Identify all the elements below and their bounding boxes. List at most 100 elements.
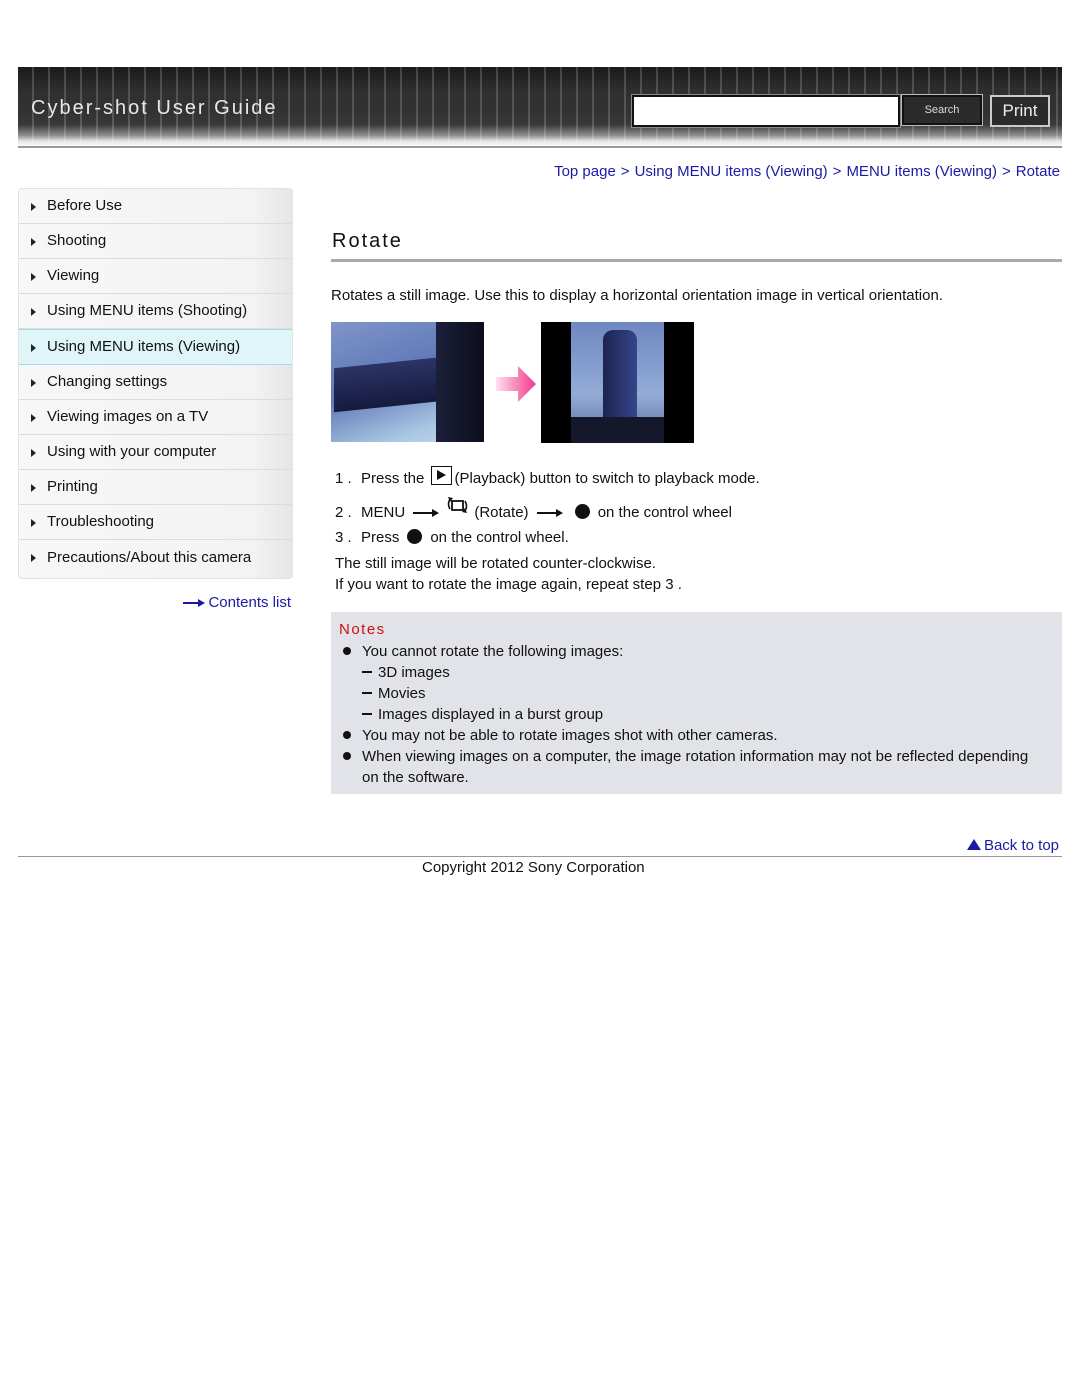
sub-note-text: 3D images [378, 664, 450, 681]
step-number: 1 . [335, 470, 352, 487]
step-3-detail: The still image will be rotated counter-… [335, 555, 656, 572]
notes-list: You cannot rotate the following images: … [341, 641, 1041, 788]
bullet-icon [343, 647, 351, 655]
sidebar-item-label: Before Use [47, 197, 123, 214]
breadcrumb-separator: > [1002, 163, 1011, 180]
contents-list-link[interactable]: Contents list [183, 594, 291, 611]
breadcrumb-using-menu-viewing[interactable]: Using MENU items (Viewing) [635, 163, 828, 180]
step-3-detail: If you want to rotate the image again, r… [335, 576, 682, 593]
step-text: on the control wheel [597, 504, 732, 521]
breadcrumb: Top page > Using MENU items (Viewing) > MENU… [554, 163, 1060, 180]
back-to-top-link[interactable]: Back to top [966, 837, 1059, 854]
sidebar-item-before-use[interactable]: Before Use [19, 189, 292, 224]
step-rotate-label: (Rotate) [474, 504, 529, 521]
photo-tower-shape [603, 330, 637, 430]
arrow-right-icon [536, 509, 563, 518]
sub-note-item: 3D images [362, 662, 1041, 683]
breadcrumb-top-page[interactable]: Top page [554, 163, 616, 180]
playback-icon [430, 466, 452, 485]
triangle-right-icon [31, 379, 36, 387]
note-item: You cannot rotate the following images: … [341, 641, 1041, 725]
note-text: You may not be able to rotate images sho… [362, 727, 778, 744]
step-text: (Playback) button to switch to playback … [454, 470, 760, 487]
header-divider [18, 146, 1062, 148]
rotate-icon [448, 497, 468, 513]
sidebar-item-label: Using MENU items (Shooting) [47, 302, 248, 319]
note-item: You may not be able to rotate images sho… [341, 725, 1041, 746]
sidebar-nav: Before Use Shooting Viewing Using MENU i… [18, 188, 293, 579]
triangle-right-icon [31, 449, 36, 457]
copyright-text: Copyright 2012 Sony Corporation [422, 859, 645, 876]
sub-note-text: Images displayed in a burst group [378, 706, 604, 723]
footer-divider [18, 856, 1062, 857]
breadcrumb-separator: > [620, 163, 630, 180]
sidebar-item-troubleshooting[interactable]: Troubleshooting [19, 505, 292, 540]
search-button[interactable]: Search [901, 94, 983, 126]
sidebar-item-changing-settings[interactable]: Changing settings [19, 365, 292, 400]
triangle-up-icon [966, 839, 981, 850]
breadcrumb-menu-items-viewing[interactable]: MENU items (Viewing) [846, 163, 997, 180]
bullet-icon [343, 752, 351, 760]
search-input[interactable] [631, 94, 901, 128]
step-2: 2 . MENU (Rotate) on the control wheel [335, 496, 760, 526]
sidebar-item-label: Precautions/About this camera [47, 549, 252, 566]
triangle-right-icon [31, 554, 36, 562]
sidebar-item-label: Troubleshooting [47, 513, 155, 530]
step-1: 1 . Press the (Playback) button to switch… [335, 466, 760, 496]
triangle-right-icon [31, 344, 36, 352]
sidebar-item-label: Printing [47, 478, 98, 495]
sidebar-item-label: Viewing images on a TV [47, 408, 209, 425]
dash-icon [362, 692, 372, 694]
control-wheel-center-icon [574, 504, 590, 519]
back-to-top-label: Back to top [983, 837, 1059, 854]
arrow-right-icon [413, 509, 440, 518]
triangle-right-icon [31, 519, 36, 527]
steps-list: 1 . Press the (Playback) button to switch… [335, 466, 760, 594]
step-menu-text: MENU [361, 504, 406, 521]
note-text: You cannot rotate the following images: [362, 643, 624, 660]
dash-icon [362, 671, 372, 673]
horizontal-building-photo [331, 322, 484, 442]
sidebar-item-viewing[interactable]: Viewing [19, 259, 292, 294]
sidebar-item-precautions[interactable]: Precautions/About this camera [19, 540, 292, 578]
sidebar-item-menu-shooting[interactable]: Using MENU items (Shooting) [19, 294, 292, 329]
step-text: Press the [361, 470, 425, 487]
triangle-right-icon [31, 203, 36, 211]
triangle-right-icon [31, 273, 36, 281]
triangle-right-icon [31, 414, 36, 422]
control-wheel-center-icon [407, 529, 423, 544]
sub-note-item: Movies [362, 683, 1041, 704]
sidebar-item-viewing-tv[interactable]: Viewing images on a TV [19, 400, 292, 435]
sidebar-item-label: Viewing [47, 267, 100, 284]
rotated-building-photo [541, 322, 694, 443]
sidebar-item-menu-viewing[interactable]: Using MENU items (Viewing) [19, 329, 292, 365]
notes-box: Notes You cannot rotate the following im… [331, 612, 1062, 794]
title-divider [331, 259, 1062, 262]
sidebar-item-label: Using MENU items (Viewing) [47, 338, 241, 355]
sub-note-text: Movies [378, 685, 426, 702]
page-title: Rotate [332, 230, 403, 252]
contents-list-label: Contents list [208, 594, 291, 611]
step-text: Press [361, 529, 400, 546]
photo-building-shape [436, 322, 484, 442]
sub-note-item: Images displayed in a burst group [362, 704, 1041, 725]
sidebar-item-label: Shooting [47, 232, 107, 249]
note-text: When viewing images on a computer, the i… [362, 748, 1029, 786]
site-title: Cyber-shot User Guide [31, 97, 278, 119]
sidebar-item-printing[interactable]: Printing [19, 470, 292, 505]
intro-text: Rotates a still image. Use this to displ… [331, 287, 943, 304]
print-button[interactable]: Print [990, 95, 1050, 127]
sidebar-item-computer[interactable]: Using with your computer [19, 435, 292, 470]
sidebar-item-label: Using with your computer [47, 443, 217, 460]
triangle-right-icon [31, 238, 36, 246]
breadcrumb-rotate[interactable]: Rotate [1016, 163, 1060, 180]
sidebar-item-shooting[interactable]: Shooting [19, 224, 292, 259]
sidebar-item-label: Changing settings [47, 373, 168, 390]
step-3: 3 . Press on the control wheel. [335, 526, 760, 552]
pink-arrow-icon [496, 366, 536, 402]
header-banner: Cyber-shot User Guide Search Print [18, 67, 1062, 147]
step-number: 3 . [335, 529, 352, 546]
step-text: on the control wheel. [430, 529, 569, 546]
dash-icon [362, 713, 372, 715]
triangle-right-icon [31, 484, 36, 492]
